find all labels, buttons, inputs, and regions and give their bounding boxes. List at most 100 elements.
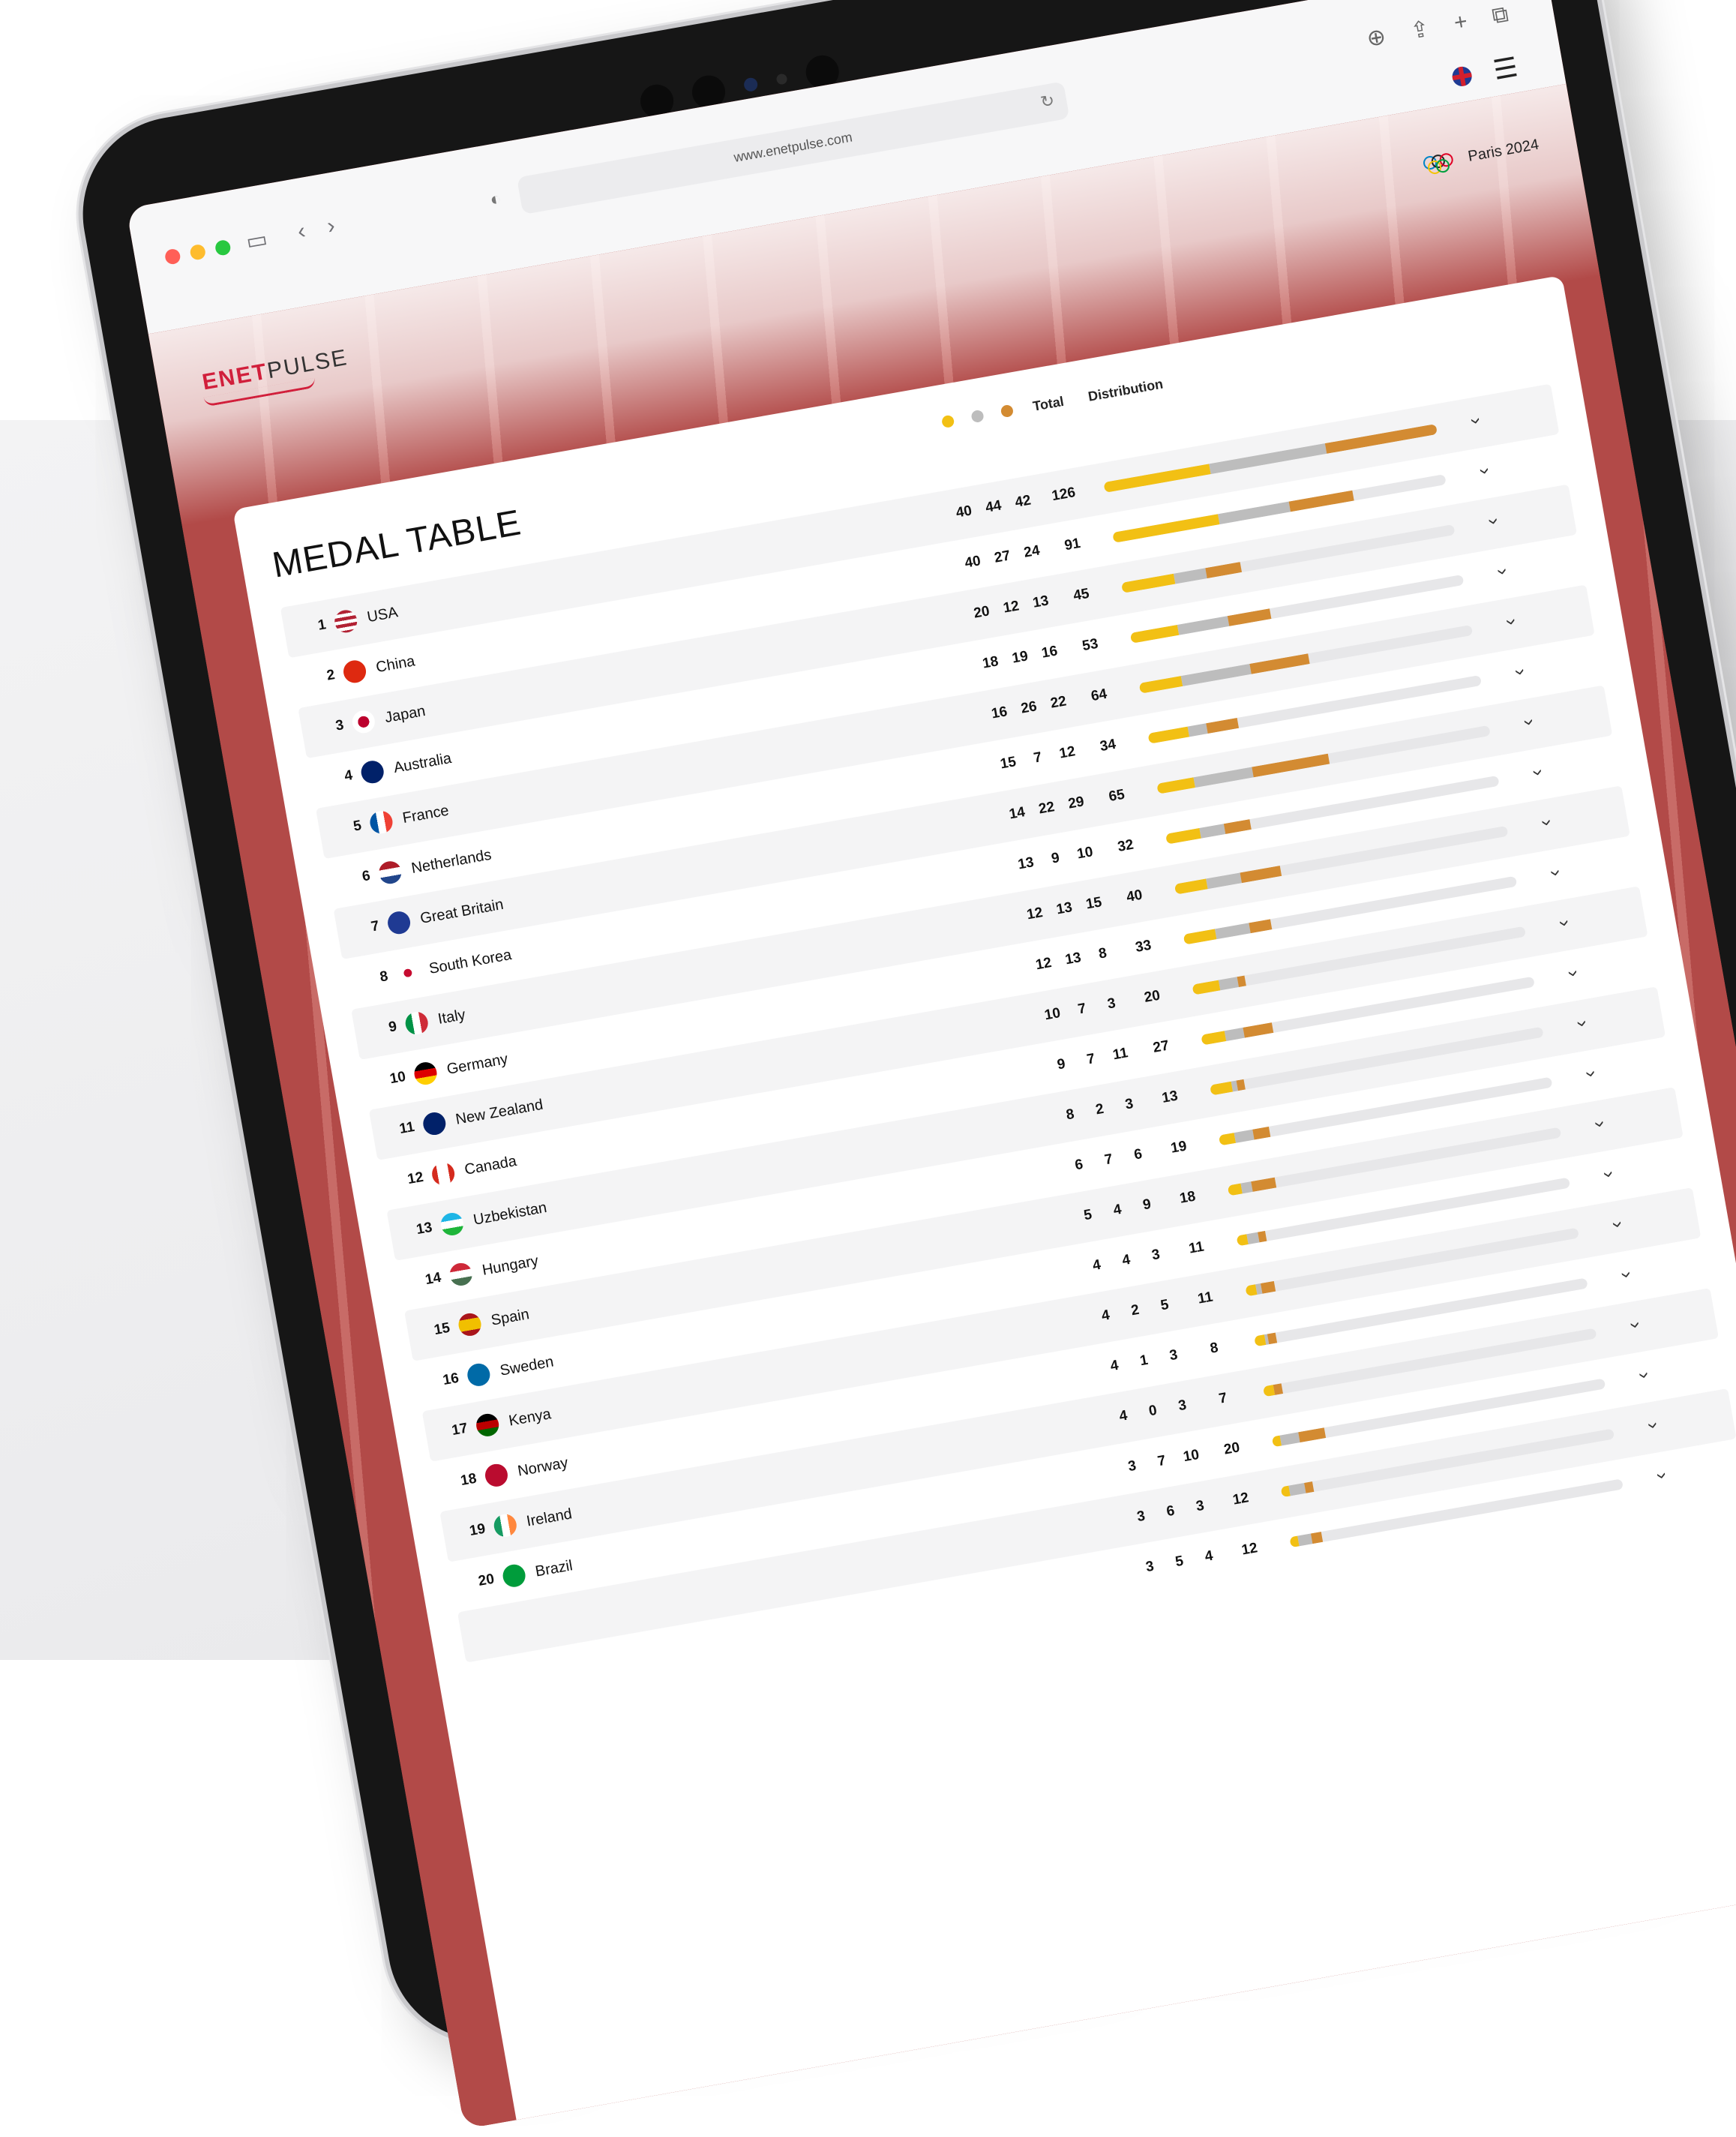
close-window-button[interactable] xyxy=(163,248,181,266)
bronze-count: 42 xyxy=(1013,492,1033,511)
browser-actions: ⊕ ⇪ + ⧉ xyxy=(1365,2,1510,53)
bronze-count: 29 xyxy=(1066,794,1086,812)
chevron-down-icon[interactable]: › xyxy=(1544,868,1568,878)
sidebar-icon[interactable]: ▭ xyxy=(244,227,270,254)
forward-icon[interactable]: › xyxy=(325,213,337,239)
gold-count: 8 xyxy=(1065,1106,1076,1124)
chevron-down-icon[interactable]: › xyxy=(1500,617,1524,627)
gold-count: 9 xyxy=(1056,1055,1067,1073)
chevron-down-icon[interactable]: › xyxy=(1562,968,1586,979)
chevron-down-icon[interactable]: › xyxy=(1588,1119,1612,1130)
total-count: 20 xyxy=(1143,987,1162,1006)
language-flag-icon[interactable] xyxy=(1450,65,1474,88)
chevron-down-icon[interactable]: › xyxy=(1518,717,1542,728)
silver-segment xyxy=(1187,723,1208,737)
chevron-down-icon[interactable]: › xyxy=(1571,1019,1595,1029)
country-name: Spain xyxy=(490,1306,531,1329)
total-count: 7 xyxy=(1217,1390,1228,1407)
country-flag-icon xyxy=(412,1060,439,1087)
gold-segment xyxy=(1121,573,1176,593)
chevron-down-icon[interactable]: › xyxy=(1491,566,1515,577)
silver-count: 7 xyxy=(1076,1001,1087,1018)
silver-segment xyxy=(1218,977,1239,991)
bronze-count: 8 xyxy=(1097,945,1108,962)
silver-count: 26 xyxy=(1019,698,1039,717)
chevron-down-icon[interactable]: › xyxy=(1633,1370,1657,1380)
bronze-segment xyxy=(1243,1022,1274,1038)
silver-count: 4 xyxy=(1112,1201,1123,1219)
silver-count: 22 xyxy=(1037,799,1056,818)
rank-label: 5 xyxy=(352,818,363,835)
bronze-count: 16 xyxy=(1040,643,1059,662)
country-name: USA xyxy=(365,604,400,626)
silver-count: 27 xyxy=(993,548,1012,566)
country-flag-icon xyxy=(430,1160,457,1187)
bronze-segment xyxy=(1252,1126,1271,1140)
country-flag-icon xyxy=(359,758,386,785)
bronze-count: 24 xyxy=(1022,542,1042,561)
new-tab-icon[interactable]: + xyxy=(1452,9,1469,38)
gold-count: 3 xyxy=(1135,1508,1147,1526)
total-count: 32 xyxy=(1116,836,1135,856)
gold-count: 3 xyxy=(1126,1457,1138,1475)
chevron-down-icon[interactable]: › xyxy=(1535,818,1559,828)
country-flag-icon xyxy=(394,959,421,986)
minimize-window-button[interactable] xyxy=(189,243,207,261)
bronze-segment xyxy=(1223,819,1252,835)
chevron-down-icon[interactable]: › xyxy=(1651,1470,1675,1481)
total-count: 53 xyxy=(1081,635,1100,655)
gold-count: 6 xyxy=(1073,1156,1084,1174)
bronze-count: 3 xyxy=(1150,1246,1162,1264)
rank-label: 6 xyxy=(361,868,372,885)
back-icon[interactable]: ‹ xyxy=(295,218,307,244)
gold-count: 18 xyxy=(981,653,1000,672)
chevron-down-icon[interactable]: › xyxy=(1553,918,1577,929)
country-flag-icon xyxy=(403,1010,430,1037)
gold-segment xyxy=(1210,1081,1233,1096)
chevron-down-icon[interactable]: › xyxy=(1606,1220,1630,1230)
silver-segment xyxy=(1199,824,1225,839)
chevron-down-icon[interactable]: › xyxy=(1509,667,1533,677)
share-icon[interactable]: ⇪ xyxy=(1408,16,1432,45)
chevron-down-icon[interactable]: › xyxy=(1597,1169,1621,1180)
country-flag-icon xyxy=(421,1110,448,1137)
bronze-count: 10 xyxy=(1075,844,1095,863)
tabs-overview-icon[interactable]: ⧉ xyxy=(1490,2,1510,30)
silver-medal-icon xyxy=(970,409,985,424)
gold-count: 40 xyxy=(955,503,973,521)
privacy-shield-icon[interactable]: ◐ xyxy=(488,188,502,211)
silver-segment xyxy=(1209,443,1327,475)
menu-icon[interactable]: ☰ xyxy=(1491,51,1520,86)
gold-segment xyxy=(1165,827,1202,845)
country-name: Australia xyxy=(392,749,453,777)
chevron-down-icon[interactable]: › xyxy=(1465,416,1489,426)
tablet-screen: ▭ ‹ › ◐ www.enetpulse.com ↻ ⊕ ⇪ + ⧉ ☰ EN… xyxy=(126,0,1736,2129)
rank-label: 3 xyxy=(334,717,345,734)
chevron-down-icon[interactable]: › xyxy=(1615,1269,1639,1280)
site-header-controls: ☰ xyxy=(1450,51,1520,92)
chevron-down-icon[interactable]: › xyxy=(1527,767,1551,778)
download-icon[interactable]: ⊕ xyxy=(1365,23,1388,53)
total-count: 40 xyxy=(1125,887,1144,906)
gold-count: 16 xyxy=(990,704,1009,722)
chevron-down-icon[interactable]: › xyxy=(1642,1420,1666,1430)
silver-count: 13 xyxy=(1063,950,1083,968)
rank-label: 12 xyxy=(406,1169,425,1188)
total-count: 13 xyxy=(1160,1088,1180,1106)
country-name: Great Britain xyxy=(418,896,505,927)
silver-segment xyxy=(1297,1533,1312,1547)
gold-segment xyxy=(1138,676,1183,694)
country-flag-icon xyxy=(483,1462,510,1489)
total-count: 91 xyxy=(1063,535,1082,554)
total-count: 11 xyxy=(1187,1238,1206,1257)
country-flag-icon xyxy=(457,1311,483,1338)
silver-count: 7 xyxy=(1032,749,1043,767)
country-flag-icon xyxy=(341,658,368,685)
zoom-window-button[interactable] xyxy=(214,239,232,257)
chevron-down-icon[interactable]: › xyxy=(1483,516,1507,527)
chevron-down-icon[interactable]: › xyxy=(1580,1069,1604,1079)
country-name: Canada xyxy=(463,1152,518,1178)
chevron-down-icon[interactable]: › xyxy=(1624,1319,1648,1330)
chevron-down-icon[interactable]: › xyxy=(1474,466,1498,476)
rank-label: 15 xyxy=(433,1319,451,1339)
